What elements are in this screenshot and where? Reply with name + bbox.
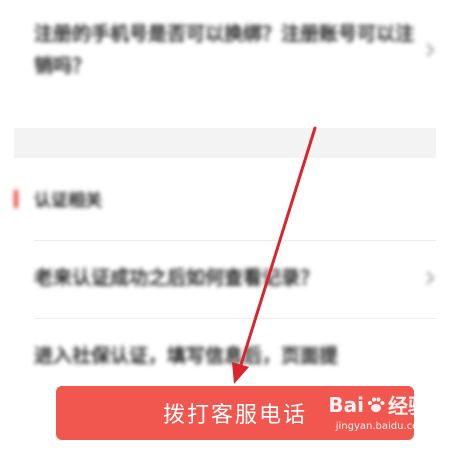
watermark-url: jingyan.baidu.com bbox=[335, 421, 428, 432]
divider bbox=[34, 240, 436, 241]
watermark-brand-suffix: 经验 bbox=[388, 394, 428, 418]
faq-item-account[interactable]: 注册的手机号是否可以换绑？注册账号可以注销吗？ bbox=[34, 18, 436, 82]
chevron-right-icon bbox=[426, 43, 435, 57]
watermark-brand: Bai bbox=[328, 392, 364, 417]
section-accent-bar bbox=[14, 189, 18, 208]
faq-item-records[interactable]: 老来认证成功之后如何查看记录？ bbox=[34, 262, 436, 294]
faq-item-text: 注册的手机号是否可以换绑？注册账号可以注销吗？ bbox=[34, 23, 415, 77]
chevron-right-icon bbox=[426, 271, 435, 285]
paw-icon bbox=[368, 397, 385, 412]
baidu-watermark: Bai 经验 jingyan.baidu.com bbox=[328, 390, 428, 433]
faq-item-text: 老来认证成功之后如何查看记录？ bbox=[34, 267, 320, 289]
divider bbox=[34, 318, 436, 319]
faq-item-verification[interactable]: 进入社保认证，填写信息后，页面提 bbox=[34, 340, 436, 372]
section-header: 认证相关 bbox=[14, 186, 102, 211]
section-title: 认证相关 bbox=[34, 191, 102, 211]
faq-item-text: 进入社保认证，填写信息后，页面提 bbox=[34, 345, 339, 367]
section-gap bbox=[14, 128, 436, 158]
